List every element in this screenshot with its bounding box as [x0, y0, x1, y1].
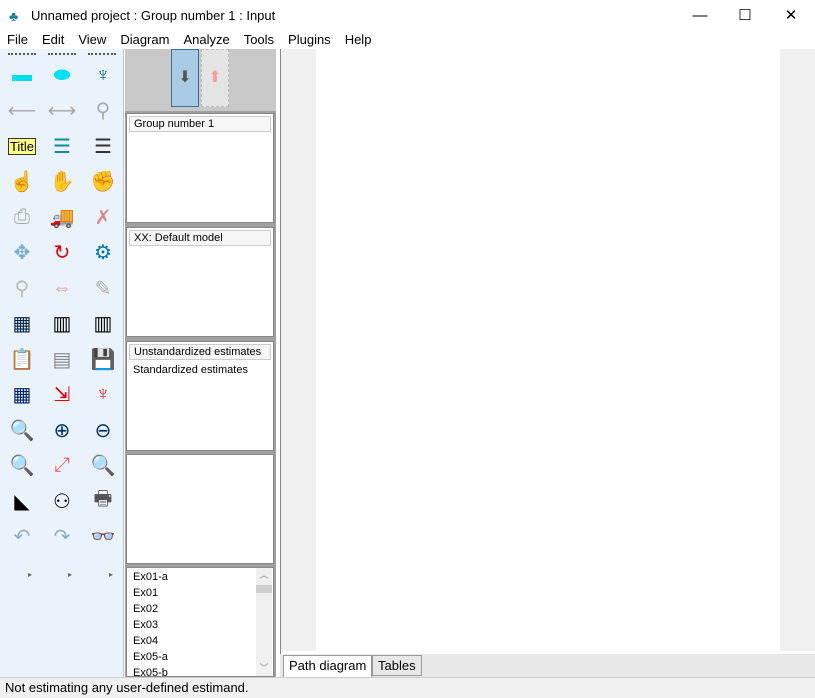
maximize-button[interactable]: ☐: [722, 0, 768, 31]
calculate-estimates-icon[interactable]: ▥: [87, 309, 119, 339]
file-item[interactable]: Ex04: [127, 633, 273, 649]
unstandardized-item[interactable]: Unstandardized estimates: [129, 344, 271, 360]
title-bar: ♣ Unnamed project : Group number 1 : Inp…: [0, 0, 815, 31]
redo-icon[interactable]: ↷: [46, 522, 78, 552]
file-item[interactable]: Ex01-a: [127, 569, 273, 585]
menu-view[interactable]: View: [71, 31, 113, 49]
toolbar-expand-icon[interactable]: ▸: [54, 559, 86, 589]
models-panel: XX: Default model: [126, 227, 274, 337]
menu-help[interactable]: Help: [338, 31, 379, 49]
data-files-icon[interactable]: ▦: [6, 309, 38, 339]
files-panel: Ex01-a Ex01 Ex02 Ex03 Ex04 Ex05-a Ex05-b…: [126, 567, 274, 677]
loupe-icon[interactable]: 🔍: [87, 451, 119, 481]
menu-diagram[interactable]: Diagram: [113, 31, 176, 49]
zoom-out-icon[interactable]: ⊖: [87, 415, 119, 445]
bayesian-icon[interactable]: ◣: [6, 486, 38, 516]
file-item[interactable]: Ex05-a: [127, 649, 273, 665]
single-arrow-icon[interactable]: ⟵: [6, 96, 38, 126]
file-item[interactable]: Ex02: [127, 601, 273, 617]
object-properties-icon[interactable]: ▦: [6, 380, 38, 410]
zoom-in-icon[interactable]: ⊕: [46, 415, 78, 445]
close-button[interactable]: ✕: [768, 0, 814, 31]
path-diagram-canvas[interactable]: [280, 49, 815, 654]
toolbox: ▬ ⬬ ♆ ⟵ ⟷ ⚲ Title ☰ ☰ ☝ ✋ ✊ ⎙ 🚚 ✗ ✥ ↻ ⚙ ⚲ ⇔ ✎ ▦ ▥ ▥ 📋 ▤ 💾 ▦ ⇲ ♆ 🔍 ⊕ ⊖ 🔍 ⤢ 🔍…: [0, 49, 124, 677]
amos-app-icon: ♣: [9, 7, 19, 24]
multiple-group-icon[interactable]: ⚇: [46, 486, 78, 516]
menu-tools[interactable]: Tools: [237, 31, 281, 49]
title-icon[interactable]: Title: [6, 131, 38, 161]
view-tabs: Path diagram Tables: [280, 654, 815, 677]
copy-clipboard-icon[interactable]: 📋: [6, 344, 38, 374]
menu-analyze[interactable]: Analyze: [176, 31, 236, 49]
unique-variable-icon[interactable]: ⚲: [87, 96, 119, 126]
title-label: Title: [7, 137, 37, 155]
toolbar-grip: [8, 53, 36, 55]
estimates-panel: Unstandardized estimates Standardized es…: [126, 341, 274, 451]
view-output-button[interactable]: ⬆: [201, 49, 229, 107]
menu-plugins[interactable]: Plugins: [281, 31, 338, 49]
view-input-button[interactable]: ⬇: [171, 49, 199, 107]
double-arrow-icon[interactable]: ⟷: [46, 96, 78, 126]
indicator-latent-icon[interactable]: ♆: [87, 60, 119, 90]
analysis-properties-icon[interactable]: ▥: [46, 309, 78, 339]
toolbar-grip: [88, 53, 116, 55]
zoom-area-icon[interactable]: 🔍: [6, 415, 38, 445]
page-margin-left: [281, 49, 316, 651]
select-all-icon[interactable]: ✋: [46, 167, 78, 197]
file-item[interactable]: Ex03: [127, 617, 273, 633]
groups-panel: Group number 1: [126, 113, 274, 223]
fit-to-page-icon[interactable]: ⤢: [46, 451, 78, 481]
reflect-icon[interactable]: ⚙: [87, 238, 119, 268]
erase-icon[interactable]: ✗: [87, 202, 119, 232]
view-page-icon[interactable]: 🔍: [6, 451, 38, 481]
menu-edit[interactable]: Edit: [35, 31, 71, 49]
deselect-icon[interactable]: ✊: [87, 167, 119, 197]
toolbar-grip: [48, 53, 76, 55]
preserve-symmetries-icon[interactable]: ♆: [87, 380, 119, 410]
model-item[interactable]: XX: Default model: [129, 230, 271, 246]
shape-change-icon[interactable]: ✥: [6, 238, 38, 268]
text-output-icon[interactable]: ▤: [46, 344, 78, 374]
status-bar: Not estimating any user-defined estimand…: [0, 677, 815, 698]
menu-bar: File Edit View Diagram Analyze Tools Plu…: [0, 31, 815, 49]
rectangle-icon[interactable]: ▬: [6, 60, 38, 90]
file-item[interactable]: Ex01: [127, 585, 273, 601]
specification-search-icon[interactable]: 👓: [87, 522, 119, 552]
save-icon[interactable]: 💾: [87, 344, 119, 374]
page-margin-right: [780, 49, 815, 651]
side-panels: ⬇ ⬆ Group number 1 XX: Default model Uns…: [125, 49, 276, 677]
computation-panel: [126, 454, 274, 564]
minimize-button[interactable]: —: [677, 0, 723, 31]
group-item[interactable]: Group number 1: [129, 116, 271, 132]
print-icon[interactable]: 🖶: [87, 486, 119, 516]
move-icon[interactable]: 🚚: [46, 202, 78, 232]
view-toggle-strip: ⬇ ⬆: [125, 49, 276, 111]
undo-icon[interactable]: ↶: [6, 522, 38, 552]
rotate-icon[interactable]: ↻: [46, 238, 78, 268]
ellipse-icon[interactable]: ⬬: [46, 60, 78, 90]
tab-path-diagram[interactable]: Path diagram: [283, 655, 373, 677]
duplicate-icon[interactable]: ⎙: [6, 202, 38, 232]
scroll-icon[interactable]: ⇔: [46, 273, 78, 303]
drag-properties-icon[interactable]: ⇲: [46, 380, 78, 410]
move-parameters-icon[interactable]: ⚲: [6, 273, 38, 303]
touch-up-icon[interactable]: ✎: [87, 273, 119, 303]
menu-file[interactable]: File: [0, 31, 35, 49]
list-model-variables-icon[interactable]: ☰: [46, 131, 78, 161]
tab-tables[interactable]: Tables: [372, 655, 422, 676]
file-item[interactable]: Ex05-b: [127, 665, 273, 676]
select-one-icon[interactable]: ☝: [6, 167, 38, 197]
files-scrollbar[interactable]: ︿ ﹀: [256, 568, 272, 676]
window-title: Unnamed project : Group number 1 : Input: [31, 8, 276, 23]
standardized-item[interactable]: Standardized estimates: [127, 362, 273, 378]
toolbar-expand-icon[interactable]: ▸: [95, 559, 127, 589]
list-dataset-variables-icon[interactable]: ☰: [87, 131, 119, 161]
toolbar-expand-icon[interactable]: ▸: [14, 559, 46, 589]
